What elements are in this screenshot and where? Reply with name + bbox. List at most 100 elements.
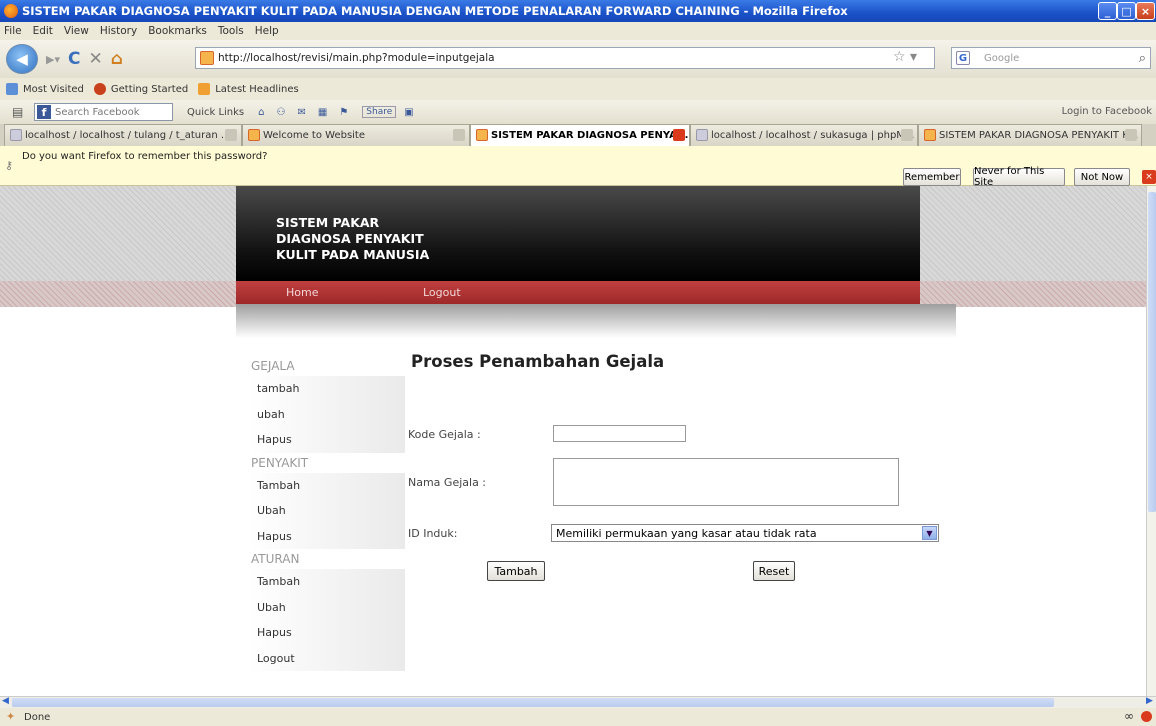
stop-icon[interactable]: ✕ <box>88 49 102 69</box>
tab-phpmyadmin-tulang[interactable]: localhost / localhost / tulang / t_atura… <box>4 124 242 146</box>
reload-icon[interactable]: C <box>68 49 80 69</box>
kode-gejala-input[interactable] <box>553 425 686 442</box>
url-bar[interactable]: http://localhost/revisi/main.php?module=… <box>195 47 935 69</box>
bookmark-latest-headlines[interactable]: Latest Headlines <box>215 84 299 95</box>
tab-close-icon[interactable] <box>1125 129 1137 141</box>
sidebar: GEJALA tambah ubah Hapus PENYAKIT Tambah… <box>249 356 405 671</box>
sidebar-item-penyakit-tambah[interactable]: Tambah <box>249 472 405 498</box>
scrollbar-thumb[interactable] <box>12 698 1054 707</box>
menu-tools[interactable]: Tools <box>218 25 244 37</box>
infinity-icon: ∞ <box>1124 709 1134 723</box>
firefox-icon <box>4 4 18 18</box>
bookmark-star-icon[interactable]: ☆ ▾ <box>893 49 917 65</box>
chevron-down-icon[interactable]: ▼ <box>922 526 937 540</box>
tab-phpmyadmin-sukasuga[interactable]: localhost / localhost / sukasuga | phpM.… <box>690 124 918 146</box>
sidebar-item-gejala-hapus[interactable]: Hapus <box>249 427 405 453</box>
id-induk-select[interactable]: Memiliki permukaan yang kasar atau tidak… <box>551 524 939 542</box>
messages-icon[interactable]: ✉ <box>297 107 305 118</box>
maximize-icon[interactable]: □ <box>1117 2 1136 20</box>
url-text: http://localhost/revisi/main.php?module=… <box>218 52 495 64</box>
vertical-scrollbar[interactable] <box>1146 186 1156 696</box>
back-icon[interactable]: ◀ <box>6 44 38 74</box>
notification-text: Do you want Firefox to remember this pas… <box>22 151 268 162</box>
scroll-right-icon[interactable]: ▶ <box>1146 696 1153 706</box>
page-title: Proses Penambahan Gejala <box>411 352 665 371</box>
scrollbar-thumb[interactable] <box>1148 192 1156 512</box>
tab-label: localhost / localhost / sukasuga | phpM.… <box>711 130 915 141</box>
logo-line: KULIT PADA MANUSIA <box>276 247 430 262</box>
quick-links-menu[interactable]: Quick Links <box>187 107 244 118</box>
tab-favicon-icon <box>924 129 936 141</box>
sidebar-item-gejala-ubah[interactable]: ubah <box>249 401 405 427</box>
scroll-left-icon[interactable]: ◀ <box>2 696 9 706</box>
remember-button[interactable]: Remember <box>903 168 961 186</box>
notifications-icon[interactable]: ⚑ <box>339 107 348 118</box>
sidebar-item-logout[interactable]: Logout <box>249 645 405 671</box>
tab-sistem-pakar-active[interactable]: SISTEM PAKAR DIAGNOSA PENYA... <box>470 124 690 146</box>
not-now-button[interactable]: Not Now <box>1074 168 1130 186</box>
id-induk-label: ID Induk: <box>408 527 458 540</box>
sidebar-section-penyakit: PENYAKIT <box>251 455 309 470</box>
menu-edit[interactable]: Edit <box>33 25 53 37</box>
menu-history[interactable]: History <box>100 25 137 37</box>
menu-view[interactable]: View <box>64 25 89 37</box>
reset-button[interactable]: Reset <box>753 561 795 581</box>
notification-close-icon[interactable]: × <box>1142 170 1156 184</box>
toolbar-menu-icon[interactable]: ▤ <box>12 105 23 119</box>
tab-favicon-icon <box>696 129 708 141</box>
status-text: Done <box>24 711 51 723</box>
logo-line: SISTEM PAKAR <box>276 215 380 230</box>
share-button[interactable]: Share <box>362 106 397 118</box>
nav-logout-link[interactable]: Logout <box>423 286 461 299</box>
menu-help[interactable]: Help <box>255 25 279 37</box>
tambah-button[interactable]: Tambah <box>487 561 545 581</box>
facebook-login-link[interactable]: Login to Facebook <box>1062 106 1152 117</box>
close-icon[interactable]: × <box>1136 2 1155 20</box>
horizontal-scrollbar[interactable]: ◀ ▶ <box>0 696 1156 708</box>
nav-home-link[interactable]: Home <box>286 286 318 299</box>
search-box[interactable]: G Google ⌕ <box>951 47 1151 69</box>
menu-bar: File Edit View History Bookmarks Tools H… <box>0 22 1156 40</box>
facebook-home-icon[interactable]: ⌂ <box>258 107 264 118</box>
never-for-this-site-button[interactable]: Never for This Site <box>973 166 1065 188</box>
sidebar-item-aturan-ubah[interactable]: Ubah <box>249 594 405 620</box>
tab-sistem-pakar-2[interactable]: SISTEM PAKAR DIAGNOSA PENYAKIT K... <box>918 124 1142 146</box>
tab-welcome[interactable]: Welcome to Website <box>242 124 470 146</box>
facebook-search-input[interactable]: f Search Facebook <box>34 103 173 121</box>
home-icon[interactable]: ⌂ <box>111 49 123 69</box>
sidebar-item-penyakit-ubah[interactable]: Ubah <box>249 498 405 524</box>
tab-close-icon[interactable] <box>673 129 685 141</box>
nama-gejala-textarea[interactable] <box>553 458 899 506</box>
search-placeholder: Google <box>984 52 1020 64</box>
friends-icon[interactable]: ⚇ <box>277 107 286 118</box>
google-icon[interactable]: G <box>956 51 970 65</box>
forward-icon[interactable]: ▶▾ <box>46 53 60 66</box>
most-visited-icon <box>6 83 18 95</box>
site-favicon-icon <box>200 51 214 65</box>
page-viewport: SISTEM PAKAR DIAGNOSA PENYAKIT KULIT PAD… <box>0 186 1146 696</box>
site-logo: SISTEM PAKAR DIAGNOSA PENYAKIT KULIT PAD… <box>276 215 476 263</box>
menu-bookmarks[interactable]: Bookmarks <box>148 25 207 37</box>
tab-close-icon[interactable] <box>453 129 465 141</box>
tab-strip: localhost / localhost / tulang / t_atura… <box>0 124 1156 146</box>
facebook-toolbar: ▤ f Search Facebook Quick Links ⌂ ⚇ ✉ ▦ … <box>0 100 1156 124</box>
key-icon: ⚷ <box>5 159 14 172</box>
sidebar-item-aturan-hapus[interactable]: Hapus <box>249 620 405 646</box>
bookmark-most-visited[interactable]: Most Visited <box>23 84 84 95</box>
status-icon: ✦ <box>6 710 16 723</box>
bookmark-getting-started[interactable]: Getting Started <box>111 84 188 95</box>
tab-close-icon[interactable] <box>225 129 237 141</box>
search-icon[interactable]: ⌕ <box>1139 51 1146 66</box>
minimize-icon[interactable]: _ <box>1098 2 1117 20</box>
addon-status-icon[interactable] <box>1141 711 1152 722</box>
events-icon[interactable]: ▦ <box>318 107 327 118</box>
logo-line: DIAGNOSA PENYAKIT <box>276 231 424 246</box>
status-bar: ✦ Done ∞ <box>0 708 1156 726</box>
sidebar-item-penyakit-hapus[interactable]: Hapus <box>249 523 405 549</box>
sidebar-item-gejala-tambah[interactable]: tambah <box>249 376 405 402</box>
tab-label: localhost / localhost / tulang / t_atura… <box>25 130 231 141</box>
photos-icon[interactable]: ▣ <box>404 107 413 118</box>
sidebar-item-aturan-tambah[interactable]: Tambah <box>249 569 405 595</box>
menu-file[interactable]: File <box>4 25 22 37</box>
tab-close-icon[interactable] <box>901 129 913 141</box>
